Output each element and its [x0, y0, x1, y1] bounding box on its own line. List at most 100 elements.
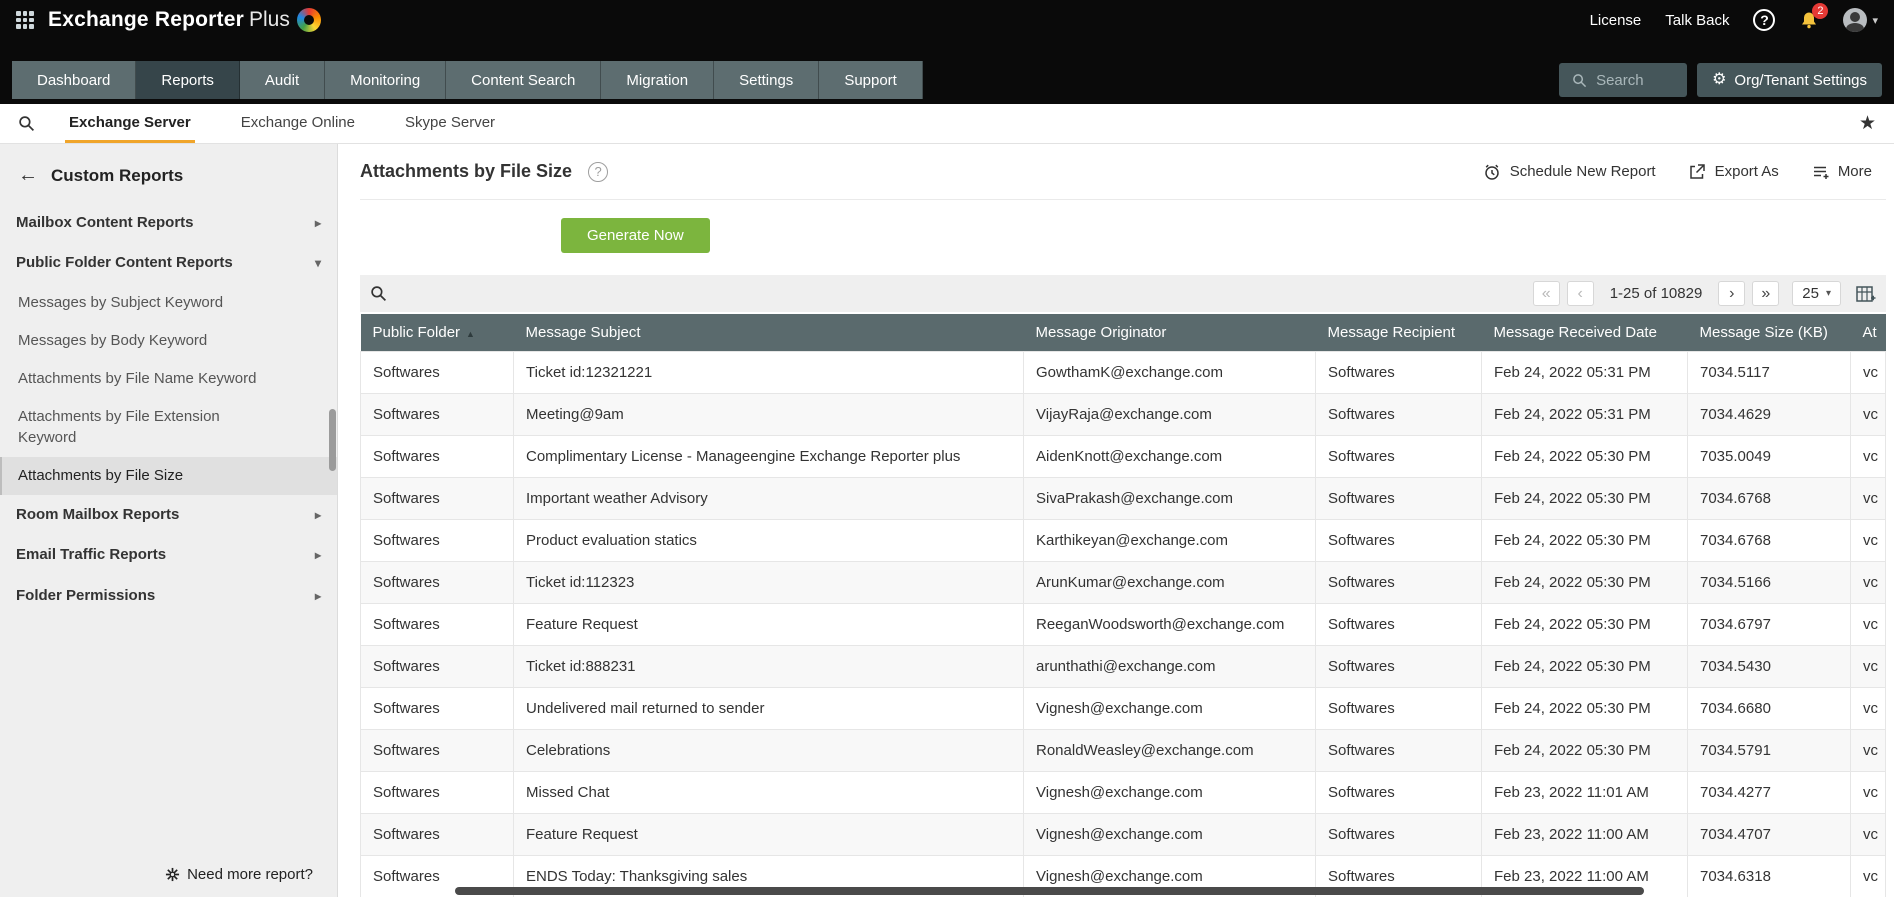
cell-message-originator: VijayRaja@exchange.com [1023, 393, 1316, 436]
more-list-icon [1813, 166, 1829, 179]
subnav-tab[interactable]: Skype Server [401, 104, 499, 143]
cell-message-size: 7034.6768 [1687, 477, 1851, 520]
pagination-first-button[interactable]: « [1532, 281, 1560, 306]
nav-tabs: Dashboard Reports Audit Monitoring Conte… [12, 61, 923, 99]
table-toolbar: « ‹ 1-25 of 10829 › » 25 ▾ [360, 275, 1886, 312]
subnav-tab-label: Exchange Online [240, 113, 355, 131]
sidebar-item[interactable]: Public Folder Content Reports ▾ [0, 243, 337, 283]
nav-tab[interactable]: Settings [714, 61, 820, 99]
table-row[interactable]: Softwares Meeting@9am VijayRaja@exchange… [360, 393, 1886, 436]
global-search-input[interactable]: Search [1559, 63, 1688, 97]
primary-nav: Dashboard Reports Audit Monitoring Conte… [0, 40, 1894, 104]
column-header[interactable]: At [1850, 314, 1886, 352]
report-table: Public Folder ▲ Message Subject Message O… [360, 314, 1886, 897]
pagination-next-button[interactable]: › [1718, 281, 1746, 306]
table-row[interactable]: Softwares Product evaluation statics Kar… [360, 519, 1886, 562]
generate-now-button[interactable]: Generate Now [561, 218, 710, 253]
horizontal-scrollbar-thumb[interactable] [455, 887, 1644, 895]
nav-tab[interactable]: Dashboard [12, 61, 137, 99]
chevron-icon: ▾ [314, 256, 321, 271]
export-icon [1689, 163, 1705, 179]
sidebar-item-label: Email Traffic Reports [16, 546, 167, 564]
column-header[interactable]: Message Subject [513, 314, 1024, 352]
org-tenant-settings-button[interactable]: ⚙ Org/Tenant Settings [1697, 63, 1882, 97]
schedule-new-report-button[interactable]: Schedule New Report [1483, 163, 1656, 181]
cell-message-subject: Meeting@9am [513, 393, 1024, 436]
apps-grid-icon[interactable] [16, 11, 34, 29]
nav-tab[interactable]: Reports [136, 61, 240, 99]
report-search-icon[interactable] [18, 115, 35, 132]
column-header[interactable]: Message Received Date [1481, 314, 1688, 352]
cell-message-size: 7034.6768 [1687, 519, 1851, 562]
column-header[interactable]: Public Folder ▲ [360, 314, 514, 352]
table-row[interactable]: Softwares Feature Request ReeganWoodswor… [360, 603, 1886, 646]
back-arrow-icon[interactable]: ← [18, 164, 38, 187]
sidebar-item[interactable]: Folder Permissions ▸ [0, 576, 337, 616]
cell-message-size: 7034.5166 [1687, 561, 1851, 604]
cell-attachment: vc [1850, 603, 1886, 646]
sidebar-item[interactable]: Mailbox Content Reports ▸ [0, 203, 337, 243]
table-row[interactable]: Softwares Ticket id:888231 arunthathi@ex… [360, 645, 1886, 688]
sidebar-item[interactable]: Email Traffic Reports ▸ [0, 535, 337, 575]
pagination-prev-button[interactable]: ‹ [1566, 281, 1594, 306]
page-size-select[interactable]: 25 ▾ [1792, 281, 1841, 306]
top-bar: Exchange Reporter Plus License Talk Back… [0, 0, 1894, 40]
report-help-icon[interactable]: ? [588, 161, 609, 182]
sidebar-item[interactable]: Attachments by File Name Keyword [0, 360, 337, 398]
export-as-button[interactable]: Export As [1688, 163, 1779, 181]
column-header[interactable]: Message Size (KB) [1687, 314, 1851, 352]
nav-tab[interactable]: Monitoring [325, 61, 447, 99]
schedule-label: Schedule New Report [1509, 163, 1656, 180]
chevron-icon: ▸ [314, 588, 321, 603]
column-header[interactable]: Message Originator [1023, 314, 1316, 352]
cell-message-received-date: Feb 24, 2022 05:31 PM [1481, 351, 1688, 394]
cell-attachment: vc [1850, 435, 1886, 478]
table-row[interactable]: Softwares Missed Chat Vignesh@exchange.c… [360, 771, 1886, 814]
cell-message-subject: Complimentary License - Manageengine Exc… [513, 435, 1024, 478]
notifications-button[interactable]: 2 [1799, 3, 1829, 30]
nav-tab-label: Audit [264, 71, 300, 89]
table-row[interactable]: Softwares Important weather Advisory Siv… [360, 477, 1886, 520]
cell-message-originator: ReeganWoodsworth@exchange.com [1023, 603, 1316, 646]
sidebar-item[interactable]: Messages by Subject Keyword [0, 284, 337, 322]
cell-message-originator: Vignesh@exchange.com [1023, 813, 1316, 856]
table-search-icon[interactable] [370, 285, 387, 302]
table-row[interactable]: Softwares Celebrations RonaldWeasley@exc… [360, 729, 1886, 772]
need-more-report-link[interactable]: Need more report? [165, 866, 313, 883]
nav-tab[interactable]: Audit [239, 61, 326, 99]
column-header[interactable]: Message Recipient [1315, 314, 1482, 352]
column-chooser-icon[interactable] [1856, 285, 1876, 303]
chevron-down-icon: ▾ [1825, 288, 1831, 299]
report-header: Attachments by File Size ? Schedule New … [360, 144, 1886, 200]
subnav-tab-label: Skype Server [405, 113, 496, 131]
more-button[interactable]: More [1811, 163, 1872, 181]
cell-message-received-date: Feb 24, 2022 05:30 PM [1481, 645, 1688, 688]
nav-tab[interactable]: Migration [601, 61, 715, 99]
cell-message-originator: AidenKnott@exchange.com [1023, 435, 1316, 478]
cell-message-received-date: Feb 23, 2022 11:00 AM [1481, 813, 1688, 856]
table-row[interactable]: Softwares Complimentary License - Manage… [360, 435, 1886, 478]
nav-tab[interactable]: Support [819, 61, 923, 99]
table-row[interactable]: Softwares Ticket id:12321221 GowthamK@ex… [360, 351, 1886, 394]
license-link[interactable]: License [1590, 12, 1642, 29]
user-menu[interactable]: ▾ [1843, 8, 1878, 32]
sidebar-scrollbar[interactable] [329, 409, 336, 471]
sidebar-item[interactable]: Attachments by File Extension Keyword [0, 398, 337, 457]
subnav-tab[interactable]: Exchange Online [237, 104, 359, 143]
table-row[interactable]: Softwares Ticket id:112323 ArunKumar@exc… [360, 561, 1886, 604]
cell-message-originator: Karthikeyan@exchange.com [1023, 519, 1316, 562]
help-icon[interactable]: ? [1753, 9, 1776, 31]
talkback-link[interactable]: Talk Back [1665, 12, 1729, 29]
sidebar-item[interactable]: Attachments by File Size [0, 456, 337, 495]
pagination-last-button[interactable]: » [1752, 281, 1780, 306]
column-header-label: Public Folder [372, 324, 461, 341]
nav-tab[interactable]: Content Search [446, 61, 602, 99]
more-label: More [1837, 163, 1872, 180]
cell-message-received-date: Feb 24, 2022 05:30 PM [1481, 477, 1688, 520]
table-row[interactable]: Softwares Feature Request Vignesh@exchan… [360, 813, 1886, 856]
table-row[interactable]: Softwares Undelivered mail returned to s… [360, 687, 1886, 730]
favorites-star-icon[interactable]: ★ [1859, 112, 1876, 135]
sidebar-item[interactable]: Room Mailbox Reports ▸ [0, 495, 337, 535]
subnav-tab[interactable]: Exchange Server [65, 104, 195, 143]
sidebar-item[interactable]: Messages by Body Keyword [0, 322, 337, 360]
